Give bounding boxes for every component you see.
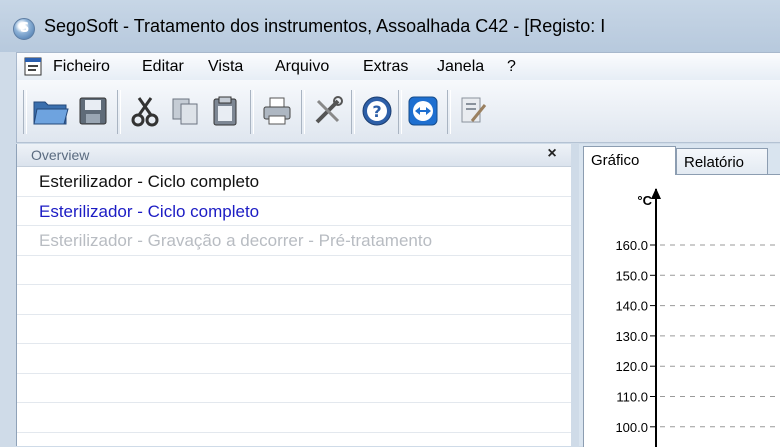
menu-arquivo[interactable]: Arquivo [275,58,329,76]
toolbar-separator [23,90,27,134]
list-item[interactable] [17,344,572,374]
open-folder-icon[interactable] [31,93,71,129]
toolbar-separator [301,90,305,134]
menu-extras[interactable]: Extras [363,58,408,76]
svg-text:?: ? [372,102,381,121]
toolbar-separator [351,90,355,134]
copy-icon[interactable] [165,93,205,129]
document-edit-icon[interactable] [453,93,493,129]
toolbar-separator [117,90,121,134]
list-item[interactable]: Esterilizador - Ciclo completo [17,167,572,197]
tab-relatorio[interactable]: Relatório [676,148,768,174]
toolbar-separator [250,90,254,134]
toolbar: ? [16,80,780,143]
save-icon[interactable] [73,93,113,129]
menu-vista[interactable]: Vista [208,58,243,76]
menu-help[interactable]: ? [507,58,516,76]
menu-ficheiro[interactable]: Ficheiro [53,58,110,76]
y-tick-label: 160.0 [615,238,648,253]
list-item-label: Esterilizador - Gravação a decorrer - Pr… [39,231,433,250]
list-item-recording[interactable]: Esterilizador - Gravação a decorrer - Pr… [17,226,572,256]
remote-connect-icon[interactable] [403,93,443,129]
document-menu-icon[interactable] [23,57,43,76]
y-tick-label: 140.0 [615,299,648,314]
panel-splitter[interactable] [571,144,579,446]
settings-tools-icon[interactable] [308,93,348,129]
toolbar-separator [398,90,402,134]
y-tick-label: 110.0 [616,390,648,405]
chart-panel: °C 160.0 150.0 140.0 130.0 120.0 110.0 100.0 [583,174,780,447]
list-item[interactable] [17,256,572,285]
list-item[interactable] [17,285,572,315]
y-tick-label: 130.0 [615,329,648,344]
y-tick-label: 100.0 [615,420,648,435]
chart-area: Gráfico Relatório °C 160.0 150.0 140.0 130.0… [579,144,780,447]
y-axis-arrow [651,188,661,199]
list-item[interactable] [17,315,572,344]
title-bar[interactable]: SegoSoft - Tratamento dos instrumentos, … [0,0,780,52]
list-item-selected[interactable]: Esterilizador - Ciclo completo [17,197,572,226]
help-icon[interactable]: ? [357,93,397,129]
toolbar-separator [447,90,451,134]
temperature-chart: °C 160.0 150.0 140.0 130.0 120.0 110.0 100.0 [615,188,780,447]
y-tick-label: 120.0 [615,359,648,374]
print-icon[interactable] [257,93,297,129]
menu-editar[interactable]: Editar [142,58,184,76]
list-item[interactable] [17,374,572,403]
overview-panel: Overview × Esterilizador - Ciclo complet… [16,144,572,446]
list-item-label: Esterilizador - Ciclo completo [39,201,260,221]
list-item[interactable] [17,403,572,433]
segosoft-app-icon[interactable] [13,18,35,40]
window-title: SegoSoft - Tratamento dos instrumentos, … [44,16,606,36]
paste-icon[interactable] [205,93,245,129]
cut-icon[interactable] [125,93,165,129]
list-item-label: Esterilizador - Ciclo completo [39,172,260,191]
overview-list: Esterilizador - Ciclo completo Esteriliz… [17,167,572,433]
y-tick-label: 150.0 [615,268,648,283]
menu-janela[interactable]: Janela [437,58,484,76]
close-icon[interactable]: × [543,145,561,163]
y-axis-unit-label: °C [637,193,652,208]
tab-grafico[interactable]: Gráfico [583,146,676,175]
overview-header: Overview × [17,144,572,167]
menu-bar: Ficheiro Editar Vista Arquivo Extras Jan… [16,52,780,81]
overview-title: Overview [31,147,90,163]
